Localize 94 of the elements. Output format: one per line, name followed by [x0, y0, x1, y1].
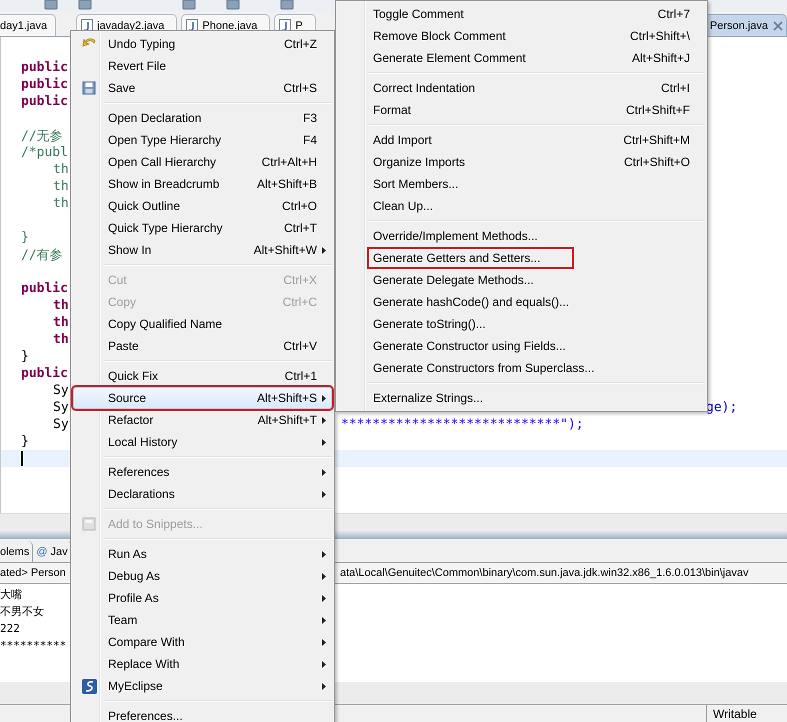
code-text: ****************************"); — [341, 417, 584, 432]
code-text: Sy — [52, 383, 69, 398]
menu-item[interactable]: Generate toString()... — [338, 313, 705, 335]
submenu-arrow-icon — [322, 246, 326, 254]
menu-item[interactable]: Replace With — [73, 653, 332, 675]
menu-item[interactable]: Remove Block Comment Ctrl+Shift+\ — [338, 25, 705, 47]
menu-item[interactable]: Generate Getters and Setters... — [338, 247, 705, 269]
menu-item[interactable]: Compare With — [73, 631, 332, 653]
menu-item[interactable]: Refactor Alt+Shift+T — [73, 409, 332, 431]
code-text: Sy — [52, 400, 69, 415]
code-text: th — [52, 332, 69, 347]
menu-item[interactable]: Toggle Comment Ctrl+7 — [338, 3, 705, 25]
code-text: } — [20, 349, 29, 364]
toolbar-icon[interactable] — [226, 0, 240, 10]
toolbar-icon[interactable] — [182, 0, 196, 10]
menu-item[interactable]: Add Import Ctrl+Shift+M — [338, 129, 705, 151]
console-output-line: 222 — [0, 621, 20, 637]
toolbar-icon[interactable] — [78, 0, 92, 10]
submenu-arrow-icon — [322, 616, 326, 624]
submenu-arrow-icon — [322, 416, 326, 424]
submenu-arrow-icon — [322, 660, 326, 668]
console-header-text: ata\Local\Genuitec\Common\binary\com.sun.java.jdk.win32.x86_1.6.0.013\bin\javav — [340, 567, 750, 579]
submenu-arrow-icon — [322, 490, 326, 498]
submenu-arrow-icon — [322, 394, 326, 402]
toolbar-icon[interactable] — [280, 0, 294, 10]
code-text: } — [20, 434, 29, 449]
code-text: Sy — [52, 417, 69, 432]
status-text: Writable — [706, 705, 757, 722]
menu-item[interactable]: Quick Outline Ctrl+O — [73, 195, 332, 217]
toolbar-icon[interactable] — [44, 0, 58, 10]
editor-tab[interactable]: day1.java — [0, 14, 56, 36]
menu-item[interactable]: Declarations — [73, 483, 332, 505]
code-text: //有参 — [20, 247, 63, 264]
menu-item[interactable]: Open Call Hierarchy Ctrl+Alt+H — [73, 151, 332, 173]
menu-item[interactable]: Generate Constructor using Fields... — [338, 335, 705, 357]
submenu-arrow-icon — [322, 572, 326, 580]
menu-item[interactable]: Open Declaration F3 — [73, 107, 332, 129]
menu-item[interactable]: Undo Typing Ctrl+Z — [73, 33, 332, 55]
console-output-line: ********** — [0, 638, 66, 654]
menu-item[interactable]: Externalize Strings... — [338, 387, 705, 409]
menu-item[interactable]: Open Type Hierarchy F4 — [73, 129, 332, 151]
menu-item[interactable]: Sort Members... — [338, 173, 705, 195]
code-text: th — [52, 179, 69, 194]
close-icon[interactable] — [773, 20, 783, 30]
menu-item[interactable]: Format Ctrl+Shift+F — [338, 99, 705, 121]
code-text: } — [20, 230, 29, 245]
menu-item[interactable]: Show in Breadcrumb Alt+Shift+B — [73, 173, 332, 195]
code-text: public — [20, 77, 68, 92]
menu-item[interactable]: Save Ctrl+S — [73, 77, 332, 99]
menu-item[interactable]: Generate hashCode() and equals()... — [338, 291, 705, 313]
menu-item[interactable]: Debug As — [73, 565, 332, 587]
submenu-arrow-icon — [322, 438, 326, 446]
menu-item[interactable]: Override/Implement Methods... — [338, 225, 705, 247]
menu-item[interactable]: Generate Element Comment Alt+Shift+J — [338, 47, 705, 69]
code-text: /*publ — [20, 145, 68, 160]
code-text: th — [52, 196, 69, 211]
menu-item[interactable]: Clean Up... — [338, 195, 705, 217]
menu-item[interactable]: Source Alt+Shift+S — [73, 387, 332, 409]
code-text: public — [20, 60, 68, 75]
code-text: //无参 — [20, 128, 63, 145]
menu-item[interactable]: Correct Indentation Ctrl+I — [338, 77, 705, 99]
menu-item[interactable]: MyEclipse — [73, 675, 332, 697]
submenu-arrow-icon — [322, 594, 326, 602]
menu-item[interactable]: Profile As — [73, 587, 332, 609]
code-text: public — [20, 94, 68, 109]
menu-item[interactable]: Paste Ctrl+V — [73, 335, 332, 357]
app-logo-icon — [82, 678, 96, 694]
menu-item[interactable]: Quick Fix Ctrl+1 — [73, 365, 332, 387]
console-output-line: 大嘴 — [0, 587, 22, 603]
console-output-line: 不男不女 — [0, 604, 44, 620]
menu-item[interactable]: Quick Type Hierarchy Ctrl+T — [73, 217, 332, 239]
submenu-arrow-icon — [322, 682, 326, 690]
menu-item[interactable]: Revert File — [73, 55, 332, 77]
text-cursor — [21, 451, 23, 466]
menu-item[interactable]: Organize Imports Ctrl+Shift+O — [338, 151, 705, 173]
menu-item[interactable]: Team — [73, 609, 332, 631]
menu-item[interactable]: Copy Qualified Name — [73, 313, 332, 335]
menu-item[interactable]: Generate Delegate Methods... — [338, 269, 705, 291]
submenu-arrow-icon — [322, 638, 326, 646]
menu-item[interactable]: Preferences... — [73, 705, 332, 722]
code-text: th — [52, 162, 69, 177]
code-text: th — [52, 315, 69, 330]
console-header-text: ated> Person — [0, 567, 66, 579]
view-tab[interactable]: olems — [0, 541, 34, 562]
submenu-arrow-icon — [322, 468, 326, 476]
menu-item[interactable]: Generate Constructors from Superclass... — [338, 357, 705, 379]
code-text: th — [52, 298, 69, 313]
submenu-arrow-icon — [322, 550, 326, 558]
menu-item[interactable]: References — [73, 461, 332, 483]
menu-item[interactable]: Local History — [73, 431, 332, 453]
code-text: public — [20, 366, 68, 381]
menu-item[interactable]: Show In Alt+Shift+W — [73, 239, 332, 261]
menu-item[interactable]: Run As — [73, 543, 332, 565]
code-text: public — [20, 281, 68, 296]
